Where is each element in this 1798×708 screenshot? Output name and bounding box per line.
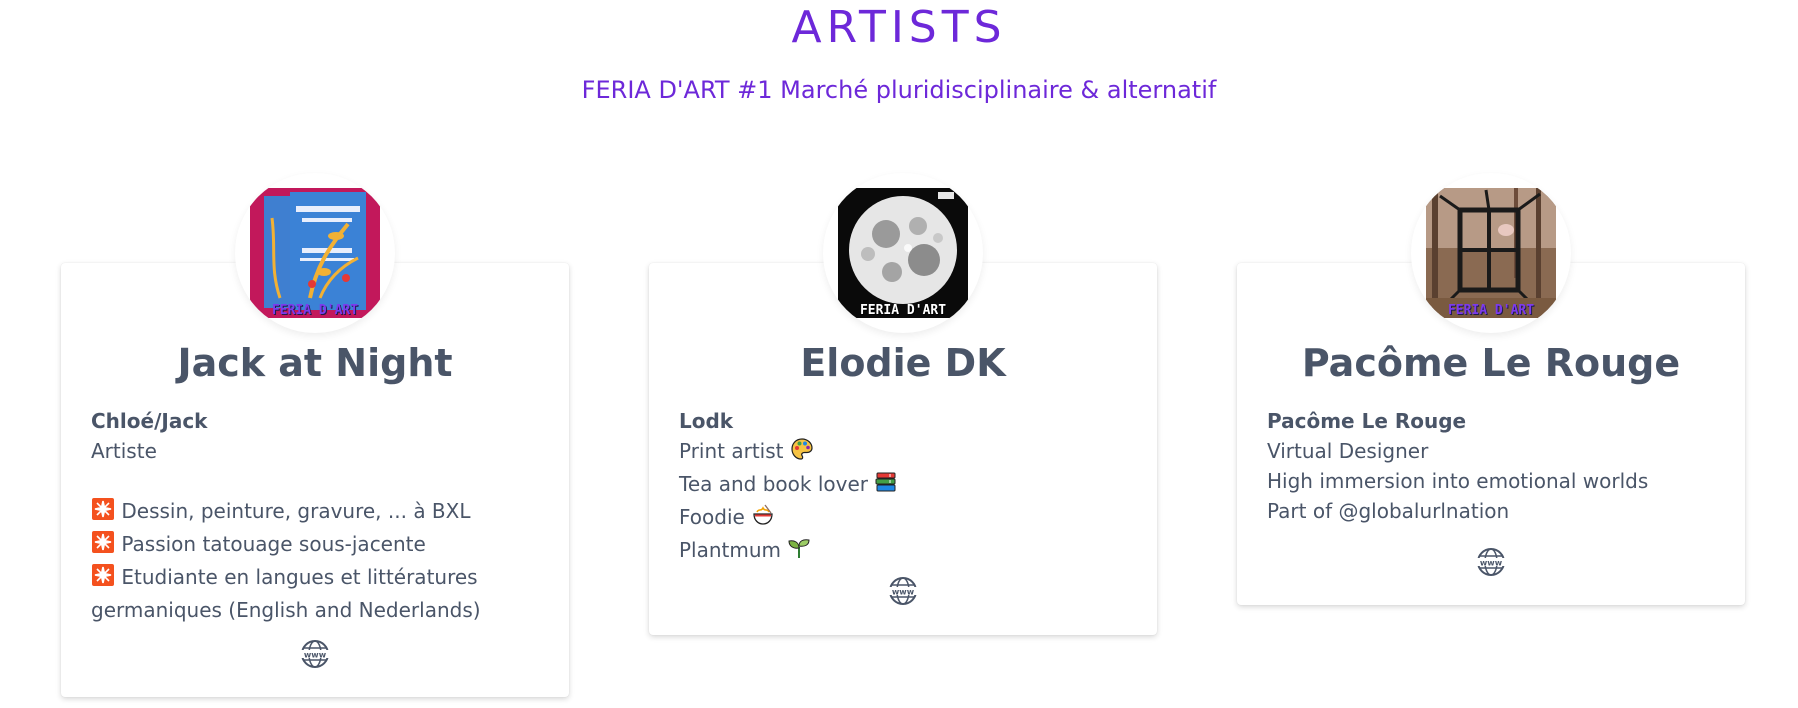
bio-line: Passion tatouage sous-jacente xyxy=(91,529,539,562)
svg-text:www: www xyxy=(1480,559,1503,568)
bio-line-text: Dessin, peinture, gravure, ... à BXL xyxy=(121,499,471,523)
palette-icon xyxy=(790,437,814,469)
page-subtitle: FERIA D'ART #1 Marché pluridisciplinaire… xyxy=(581,76,1217,104)
svg-text:www: www xyxy=(304,651,327,660)
bio-line: Tea and book lover xyxy=(679,469,1127,502)
bio-line-text: Print artist xyxy=(679,439,784,463)
artist-card-jack-at-night: FERIA D'ART Jack at Night Chloé/Jack Art… xyxy=(61,173,569,697)
artist-avatar[interactable]: FERIA D'ART xyxy=(823,173,983,333)
bio-spacer xyxy=(91,466,539,496)
bio-line-text: Plantmum xyxy=(679,538,782,562)
bio-line: Dessin, peinture, gravure, ... à BXL xyxy=(91,496,539,529)
artist-handle: Lodk xyxy=(679,409,734,433)
www-globe-icon[interactable]: www xyxy=(1476,547,1506,577)
bio-line: Print artist xyxy=(679,436,1127,469)
bio-line-text: Tea and book lover xyxy=(679,472,868,496)
bio-line: Etudiante en langues et littératures xyxy=(91,562,539,595)
bio-line: Plantmum xyxy=(679,535,1127,568)
feria-dart-logo: FERIA D'ART xyxy=(859,303,947,318)
www-globe-icon[interactable]: www xyxy=(300,639,330,669)
artist-name: Elodie DK xyxy=(800,341,1006,385)
artist-card-elodie-dk: FERIA D'ART Elodie DK Lodk Print artist … xyxy=(649,173,1157,635)
artist-bio: Pacôme Le Rouge Virtual Designer High im… xyxy=(1267,406,1715,526)
svg-text:www: www xyxy=(892,588,915,597)
artwork-moon-image: FERIA D'ART xyxy=(838,188,968,318)
orange-star-icon xyxy=(91,530,115,562)
page-title: ARTISTS xyxy=(791,2,1007,53)
bio-line-text: Foodie xyxy=(679,505,745,529)
artwork-forest-sculpture-image: FERIA D'ART xyxy=(1426,188,1556,318)
bowl-icon xyxy=(751,503,775,535)
seedling-icon xyxy=(787,536,811,568)
artist-avatar[interactable]: FERIA D'ART xyxy=(1411,173,1571,333)
bio-line-text: Etudiante en langues et littératures xyxy=(121,565,478,589)
bio-line: Part of @globalurlnation xyxy=(1267,499,1510,523)
feria-dart-logo: FERIA D'ART xyxy=(1447,303,1535,318)
artist-avatar[interactable]: FERIA D'ART xyxy=(235,173,395,333)
artwork-book-covers-image: FERIA D'ART xyxy=(250,188,380,318)
artist-bio: Lodk Print artist Tea and book lover Foo… xyxy=(679,406,1127,568)
bio-line: High immersion into emotional worlds xyxy=(1267,469,1649,493)
bio-line: Artiste xyxy=(91,439,157,463)
artist-card-pacome-le-rouge: FERIA D'ART Pacôme Le Rouge Pacôme Le Ro… xyxy=(1237,173,1745,605)
orange-star-icon xyxy=(91,563,115,595)
bio-line: germaniques (English and Nederlands) xyxy=(91,598,481,622)
artist-name: Jack at Night xyxy=(177,341,453,385)
artist-name: Pacôme Le Rouge xyxy=(1301,341,1681,385)
feria-dart-logo: FERIA D'ART xyxy=(271,303,359,318)
bio-line: Virtual Designer xyxy=(1267,439,1429,463)
artist-handle: Chloé/Jack xyxy=(91,409,208,433)
orange-star-icon xyxy=(91,497,115,529)
bio-line-text: Passion tatouage sous-jacente xyxy=(121,532,426,556)
artist-bio: Chloé/Jack Artiste Dessin, peinture, gra… xyxy=(91,406,539,625)
books-icon xyxy=(874,470,898,502)
bio-line: Foodie xyxy=(679,502,1127,535)
www-globe-icon[interactable]: www xyxy=(888,576,918,606)
artist-handle: Pacôme Le Rouge xyxy=(1267,409,1467,433)
